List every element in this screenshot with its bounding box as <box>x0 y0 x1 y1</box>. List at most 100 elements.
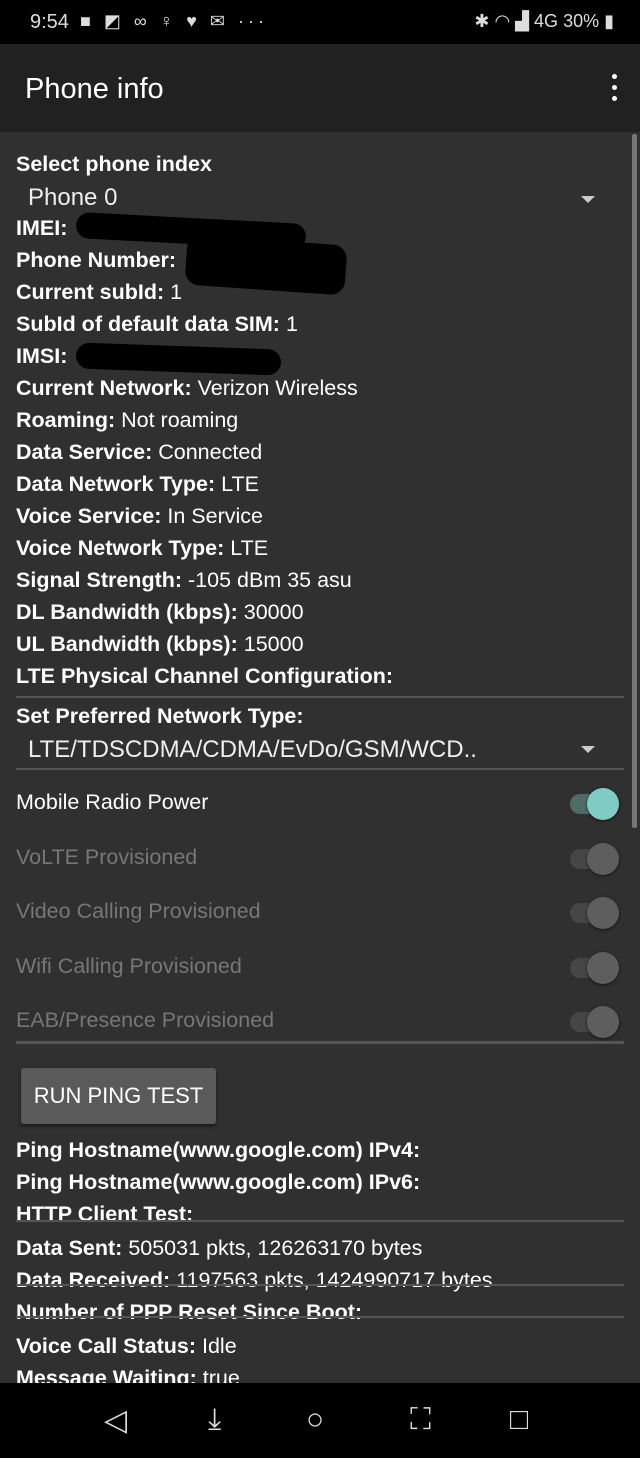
field-label: IMSI: <box>16 344 68 368</box>
result-row: Data Sent: 505031 pkts, 126263170 bytes <box>16 1236 422 1261</box>
field-value: Not roaming <box>121 408 239 432</box>
toggle-label: Wifi Calling Provisioned <box>16 953 242 978</box>
navigation-bar: ◁ ⤓ ○ ⛶ □ <box>0 1383 640 1458</box>
info-row: Phone Number: <box>16 248 176 273</box>
field-value: 1 <box>285 312 298 336</box>
field-label: Ping Hostname(www.google.com) IPv6: <box>16 1170 421 1194</box>
info-row: IMEI: <box>16 216 67 241</box>
field-label: Ping Hostname(www.google.com) IPv4: <box>16 1138 421 1162</box>
field-label: DL Bandwidth (kbps): <box>16 600 238 624</box>
field-label: IMEI: <box>16 216 68 240</box>
field-label: Voice Call Status: <box>16 1334 197 1358</box>
field-label: Voice Service: <box>16 504 162 528</box>
divider <box>16 696 624 698</box>
field-value: true <box>202 1366 240 1383</box>
preferred-network-dropdown[interactable]: LTE/TDSCDMA/CDMA/EvDo/GSM/WCD.. <box>28 736 477 764</box>
home-icon[interactable]: ○ <box>306 1403 324 1437</box>
toggle-thumb <box>587 1006 619 1038</box>
toggle-label: Video Calling Provisioned <box>16 899 261 923</box>
info-row: Signal Strength: -105 dBm 35 asu <box>16 568 352 593</box>
divider <box>16 1041 624 1044</box>
back-icon[interactable]: ◁ <box>104 1403 127 1438</box>
result-row: Ping Hostname(www.google.com) IPv6: <box>16 1170 420 1195</box>
more-options-icon[interactable] <box>610 74 618 104</box>
field-label: Current Network: <box>16 376 192 400</box>
field-label: UL Bandwidth (kbps): <box>16 632 238 656</box>
info-row: Voice Network Type: LTE <box>16 536 268 561</box>
result-row: Number of PPP Reset Since Boot: <box>16 1300 362 1325</box>
info-row: IMSI: <box>16 344 67 369</box>
field-label: Signal Strength: <box>16 568 183 592</box>
field-value: 30000 <box>243 600 304 624</box>
content: Select phone index Phone 0 IMEI: Phone N… <box>0 132 640 1383</box>
field-label: SubId of default data SIM: <box>16 312 280 336</box>
result-row: Message Waiting: true <box>16 1366 240 1383</box>
phone-index-dropdown[interactable]: Phone 0 <box>28 184 117 212</box>
info-row: Data Service: Connected <box>16 440 262 465</box>
field-label: Data Network Type: <box>16 472 216 496</box>
divider <box>16 1284 624 1286</box>
field-label: Current subId: <box>16 280 165 304</box>
divider <box>16 1316 624 1318</box>
info-row: DL Bandwidth (kbps): 30000 <box>16 600 304 625</box>
chevron-down-icon[interactable] <box>581 746 595 753</box>
clock: 9:54 <box>30 11 69 33</box>
info-row: SubId of default data SIM: 1 <box>16 312 298 337</box>
field-label: Data Service: <box>16 440 153 464</box>
field-label: Number of PPP Reset Since Boot: <box>16 1300 363 1324</box>
run-ping-test-button[interactable]: RUN PING TEST <box>21 1068 216 1124</box>
result-row: HTTP Client Test: <box>16 1202 193 1227</box>
app-bar: Phone info <box>0 44 640 132</box>
toggle-thumb <box>587 951 619 984</box>
field-label: Message Waiting: <box>16 1366 197 1383</box>
redaction <box>184 234 348 296</box>
field-value: -105 dBm 35 asu <box>188 568 352 592</box>
result-row: Voice Call Status: Idle <box>16 1334 237 1359</box>
field-value: Connected <box>158 440 263 464</box>
info-row: Current subId: 1 <box>16 280 182 305</box>
field-label: Roaming: <box>16 408 116 432</box>
screenshot-icon[interactable]: ⛶ <box>410 1403 431 1437</box>
field-value: 1 <box>170 280 183 304</box>
preferred-network-label: Set Preferred Network Type: <box>16 704 304 728</box>
field-value: Idle <box>202 1334 237 1358</box>
field-value: 1197563 pkts, 1424990717 bytes <box>176 1268 493 1292</box>
field-label: Phone Number: <box>16 248 177 272</box>
divider <box>16 1220 624 1222</box>
phone-index-label: Select phone index <box>16 152 212 176</box>
field-label: Data Sent: <box>16 1236 123 1260</box>
page-title: Phone info <box>25 73 164 105</box>
toggle-label: Mobile Radio Power <box>16 790 209 814</box>
hide-keyboard-icon[interactable]: ⤓ <box>208 1403 221 1437</box>
field-label: HTTP Client Test: <box>16 1202 194 1226</box>
network-type: 4G <box>534 11 559 31</box>
recents-icon[interactable]: □ <box>510 1403 528 1437</box>
field-value: LTE <box>230 536 269 560</box>
toggle-thumb[interactable] <box>587 788 619 820</box>
info-row: Data Network Type: LTE <box>16 472 259 497</box>
toggle-label: VoLTE Provisioned <box>16 844 198 869</box>
status-bar: 9:54 ■ ◩ ∞ ♀ ♥ ✉ ··· ✱ ◠ ▟ 4G 30% ▮ <box>0 0 640 44</box>
redaction <box>75 342 282 376</box>
info-row: Current Network: Verizon Wireless <box>16 376 358 401</box>
info-row: Roaming: Not roaming <box>16 408 238 433</box>
field-value: In Service <box>167 504 264 528</box>
field-value: Verizon Wireless <box>197 376 358 400</box>
info-row: UL Bandwidth (kbps): 15000 <box>16 632 304 657</box>
toggle-label: EAB/Presence Provisioned <box>16 1008 275 1032</box>
field-value: 15000 <box>243 632 304 656</box>
chevron-down-icon[interactable] <box>581 196 595 203</box>
result-row: Data Received: 1197563 pkts, 1424990717 … <box>16 1268 493 1293</box>
field-value: 505031 pkts, 126263170 bytes <box>128 1236 423 1260</box>
toggle-thumb <box>587 842 619 875</box>
field-value: LTE <box>221 472 259 496</box>
toggle-thumb <box>587 897 619 929</box>
field-label: Voice Network Type: <box>16 536 225 560</box>
result-row: Ping Hostname(www.google.com) IPv4: <box>16 1138 420 1163</box>
info-row: LTE Physical Channel Configuration: <box>16 664 393 689</box>
scrollbar[interactable] <box>632 134 637 828</box>
system-icons: ✱ ◠ ▟ 4G 30% ▮ <box>474 11 614 31</box>
divider <box>16 768 624 770</box>
battery-level: 30% <box>563 11 600 31</box>
field-label: LTE Physical Channel Configuration: <box>16 664 394 688</box>
